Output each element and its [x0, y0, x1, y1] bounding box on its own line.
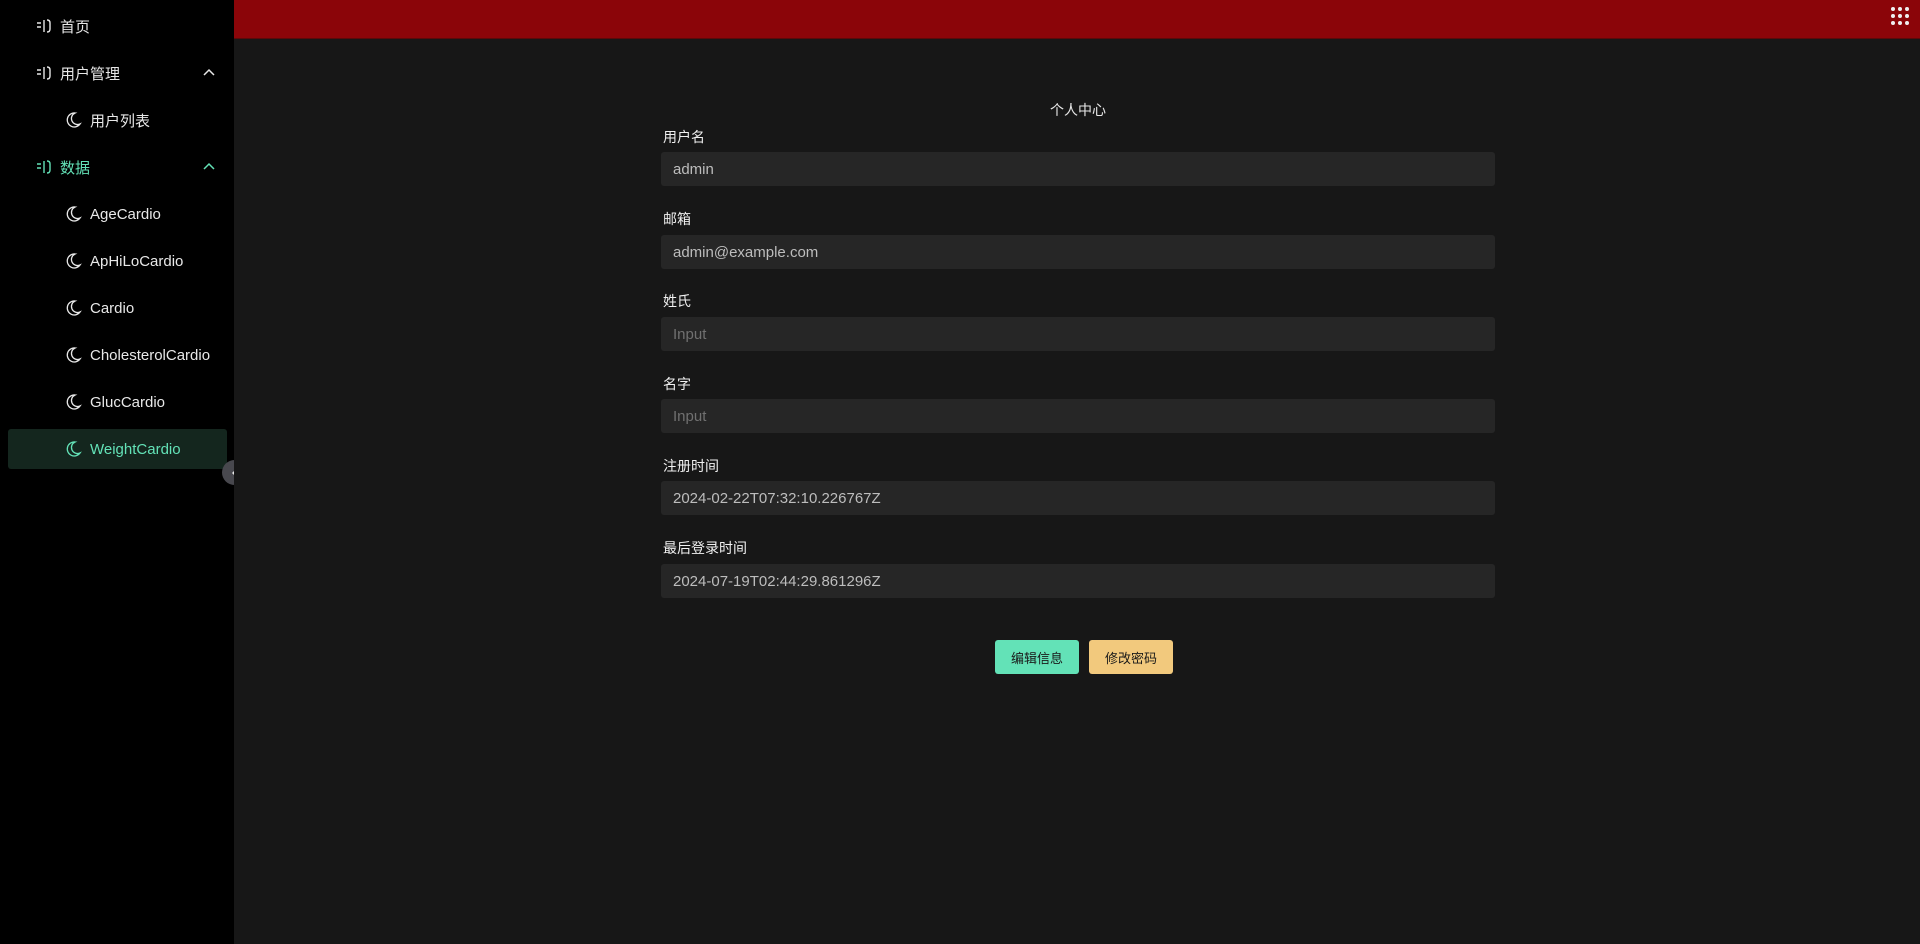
sidebar-item-gluccardio[interactable]: GlucCardio: [8, 382, 227, 422]
edit-info-button[interactable]: 编辑信息: [995, 640, 1079, 674]
profile-page: 个人中心 用户名 邮箱 姓氏 名字 注册时间 最后登录时间 编辑信息 修改密码: [234, 39, 1920, 944]
sidebar-item-cholesterolcardio[interactable]: CholesterolCardio: [8, 335, 227, 375]
sidebar-item-label: 数据: [60, 159, 91, 177]
chevron-up-icon: [203, 68, 215, 76]
email-label: 邮箱: [663, 211, 691, 227]
sidebar-item-label: WeightCardio: [90, 440, 181, 458]
sidebar-item-label: 用户管理: [60, 65, 121, 83]
last-name-label: 姓氏: [663, 293, 691, 309]
moon-icon: [64, 299, 82, 317]
sidebar-item-cardio[interactable]: Cardio: [8, 288, 227, 328]
sidebar-item-label: 首页: [60, 18, 91, 36]
sidebar-item-user-management[interactable]: 用户管理: [8, 53, 227, 93]
sidebar-item-label: ApHiLoCardio: [90, 252, 184, 270]
sidebar-item-weightcardio[interactable]: WeightCardio: [8, 429, 227, 469]
first-name-label: 名字: [663, 376, 691, 392]
moon-icon: [64, 346, 82, 364]
first-name-field[interactable]: [661, 399, 1495, 433]
moon-icon: [64, 205, 82, 223]
registered-time-field[interactable]: [661, 481, 1495, 515]
email-field[interactable]: [661, 235, 1495, 269]
sidebar-item-label: GlucCardio: [90, 393, 166, 411]
sidebar-item-data[interactable]: 数据: [8, 147, 227, 187]
chevron-up-icon: [203, 162, 215, 170]
last-login-field[interactable]: [661, 564, 1495, 598]
apps-grid-icon[interactable]: [1890, 6, 1910, 26]
change-password-button[interactable]: 修改密码: [1089, 640, 1173, 674]
data-icon: [34, 158, 52, 176]
page-title: 个人中心: [1050, 102, 1106, 118]
moon-icon: [64, 252, 82, 270]
sidebar-item-home[interactable]: 首页: [8, 6, 227, 46]
user-group-icon: [34, 64, 52, 82]
sidebar-item-agecardio[interactable]: AgeCardio: [8, 194, 227, 234]
top-bar: [234, 0, 1920, 39]
last-name-field[interactable]: [661, 317, 1495, 351]
moon-icon: [64, 440, 82, 458]
home-icon: [34, 17, 52, 35]
sidebar-item-label: CholesterolCardio: [90, 346, 211, 364]
sidebar-item-label: AgeCardio: [90, 205, 161, 223]
moon-icon: [64, 393, 82, 411]
sidebar-item-aphilocardio[interactable]: ApHiLoCardio: [8, 241, 227, 281]
registered-time-label: 注册时间: [663, 458, 719, 474]
username-label: 用户名: [663, 129, 705, 145]
sidebar-item-label: 用户列表: [90, 112, 151, 130]
username-field[interactable]: [661, 152, 1495, 186]
sidebar-item-user-list[interactable]: 用户列表: [8, 100, 227, 140]
last-login-label: 最后登录时间: [663, 540, 747, 556]
sidebar-item-label: Cardio: [90, 299, 135, 317]
sidebar: 首页 用户管理 用户列表 数据 AgeCardio ApHiLoCardio C…: [0, 0, 234, 944]
moon-icon: [64, 111, 82, 129]
